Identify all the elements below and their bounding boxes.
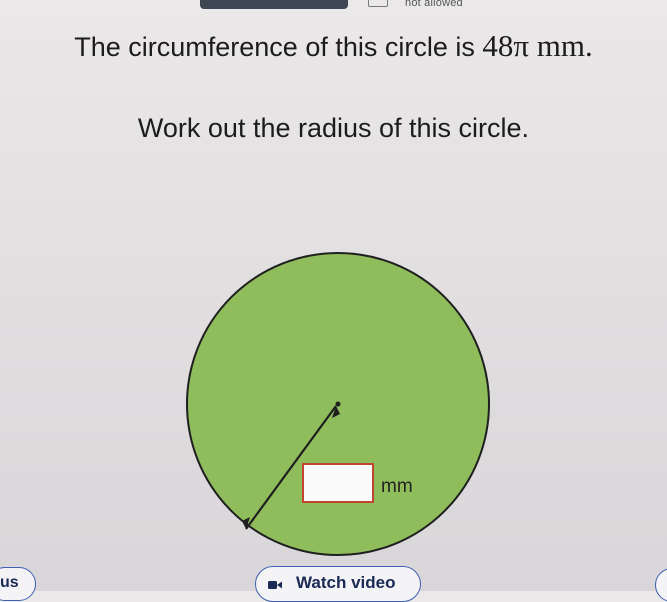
- circle-center-dot: [335, 401, 341, 407]
- video-camera-icon: [268, 581, 282, 589]
- left-partial-button-label: us: [0, 574, 19, 591]
- answer-unit: mm: [381, 476, 413, 497]
- radius-answer-input[interactable]: [302, 463, 374, 503]
- watch-video-label: Watch video: [296, 573, 396, 592]
